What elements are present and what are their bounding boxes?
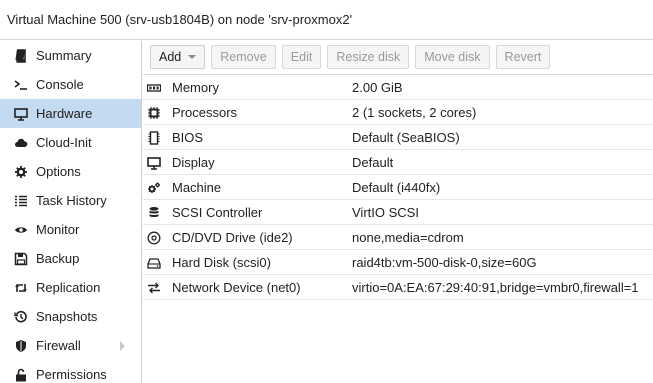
unlock-icon xyxy=(13,367,29,383)
exchange-icon xyxy=(146,280,162,296)
memory-icon xyxy=(146,80,162,96)
cpu-icon xyxy=(146,105,162,121)
cdrom-icon xyxy=(146,230,162,246)
sidebar-item-label: Backup xyxy=(36,251,80,266)
row-value: none,media=cdrom xyxy=(352,229,464,245)
database-icon xyxy=(146,205,162,221)
row-value: virtio=0A:EA:67:29:40:91,bridge=vmbr0,fi… xyxy=(352,279,639,295)
sidebar-item-hardware[interactable]: Hardware xyxy=(0,99,141,128)
sidebar-item-console[interactable]: Console xyxy=(0,70,141,99)
list-icon xyxy=(13,193,29,209)
hardware-table: Memory 2.00 GiB Processors 2 (1 sockets,… xyxy=(143,75,653,300)
sidebar: Summary Console Hardware Cloud-Init Opti… xyxy=(0,41,142,383)
edit-button[interactable]: Edit xyxy=(281,45,322,69)
row-label: SCSI Controller xyxy=(172,204,263,220)
revert-button[interactable]: Revert xyxy=(495,45,551,69)
resize-disk-button[interactable]: Resize disk xyxy=(327,45,410,69)
sidebar-item-task-history[interactable]: Task History xyxy=(0,186,141,215)
floppy-icon xyxy=(13,251,29,267)
table-row[interactable]: Memory 2.00 GiB xyxy=(143,75,653,100)
row-label: Network Device (net0) xyxy=(172,279,301,295)
sidebar-item-summary[interactable]: Summary xyxy=(0,41,141,70)
cloud-icon xyxy=(13,135,29,151)
eye-icon xyxy=(13,222,29,238)
monitor-icon xyxy=(13,106,29,122)
retweet-icon xyxy=(13,280,29,296)
row-label: Machine xyxy=(172,179,222,195)
row-value: VirtIO SCSI xyxy=(352,204,419,220)
sidebar-item-options[interactable]: Options xyxy=(0,157,141,186)
row-label: CD/DVD Drive (ide2) xyxy=(172,229,293,245)
table-row[interactable]: BIOS Default (SeaBIOS) xyxy=(143,125,653,150)
sidebar-item-monitor[interactable]: Monitor xyxy=(0,215,141,244)
sidebar-item-label: Task History xyxy=(36,193,107,208)
sidebar-item-label: Permissions xyxy=(36,367,107,382)
sidebar-item-label: Summary xyxy=(36,48,92,63)
desktop-icon xyxy=(146,155,162,171)
chevron-down-icon xyxy=(188,55,197,59)
sidebar-item-label: Firewall xyxy=(36,338,81,353)
add-button-label: Add xyxy=(159,50,182,64)
cogs-icon xyxy=(146,180,162,196)
row-label: Processors xyxy=(172,104,238,120)
window-title: Virtual Machine 500 (srv-usb1804B) on no… xyxy=(0,0,653,40)
table-row[interactable]: SCSI Controller VirtIO SCSI xyxy=(143,200,653,225)
sidebar-item-label: Console xyxy=(36,77,84,92)
hdd-icon xyxy=(146,255,162,271)
sidebar-item-label: Cloud-Init xyxy=(36,135,92,150)
sidebar-item-permissions[interactable]: Permissions xyxy=(0,360,141,383)
add-button[interactable]: Add xyxy=(150,45,206,69)
sidebar-item-label: Hardware xyxy=(36,106,93,121)
move-disk-button[interactable]: Move disk xyxy=(415,45,490,69)
sidebar-item-label: Options xyxy=(36,164,81,179)
row-label: Display xyxy=(172,154,215,170)
terminal-icon xyxy=(13,77,29,93)
microchip-icon xyxy=(146,130,162,146)
row-value: 2.00 GiB xyxy=(352,79,403,95)
table-row[interactable]: Machine Default (i440fx) xyxy=(143,175,653,200)
table-row[interactable]: CD/DVD Drive (ide2) none,media=cdrom xyxy=(143,225,653,250)
row-value: Default (i440fx) xyxy=(352,179,441,195)
history-icon xyxy=(13,309,29,325)
table-row[interactable]: Display Default xyxy=(143,150,653,175)
table-row[interactable]: Network Device (net0) virtio=0A:EA:67:29… xyxy=(143,275,653,300)
expand-arrow-icon[interactable] xyxy=(120,341,125,351)
sidebar-item-label: Monitor xyxy=(36,222,80,237)
row-value: 2 (1 sockets, 2 cores) xyxy=(352,104,477,120)
row-label: Hard Disk (scsi0) xyxy=(172,254,271,270)
shield-icon xyxy=(13,338,29,354)
sidebar-item-backup[interactable]: Backup xyxy=(0,244,141,273)
row-label: BIOS xyxy=(172,129,204,145)
row-value: Default xyxy=(352,154,394,170)
sidebar-item-replication[interactable]: Replication xyxy=(0,273,141,302)
sidebar-item-snapshots[interactable]: Snapshots xyxy=(0,302,141,331)
row-value: Default (SeaBIOS) xyxy=(352,129,460,145)
hardware-panel: Add Remove Edit Resize disk Move disk Re… xyxy=(143,41,653,383)
toolbar: Add Remove Edit Resize disk Move disk Re… xyxy=(143,41,653,75)
remove-button[interactable]: Remove xyxy=(211,45,276,69)
sidebar-item-label: Replication xyxy=(36,280,101,295)
sidebar-item-label: Snapshots xyxy=(36,309,98,324)
row-value: raid4tb:vm-500-disk-0,size=60G xyxy=(352,254,537,270)
sidebar-item-cloud-init[interactable]: Cloud-Init xyxy=(0,128,141,157)
sidebar-item-firewall[interactable]: Firewall xyxy=(0,331,141,360)
row-label: Memory xyxy=(172,79,219,95)
table-row[interactable]: Hard Disk (scsi0) raid4tb:vm-500-disk-0,… xyxy=(143,250,653,275)
gear-icon xyxy=(13,164,29,180)
book-icon xyxy=(13,48,29,64)
table-row[interactable]: Processors 2 (1 sockets, 2 cores) xyxy=(143,100,653,125)
